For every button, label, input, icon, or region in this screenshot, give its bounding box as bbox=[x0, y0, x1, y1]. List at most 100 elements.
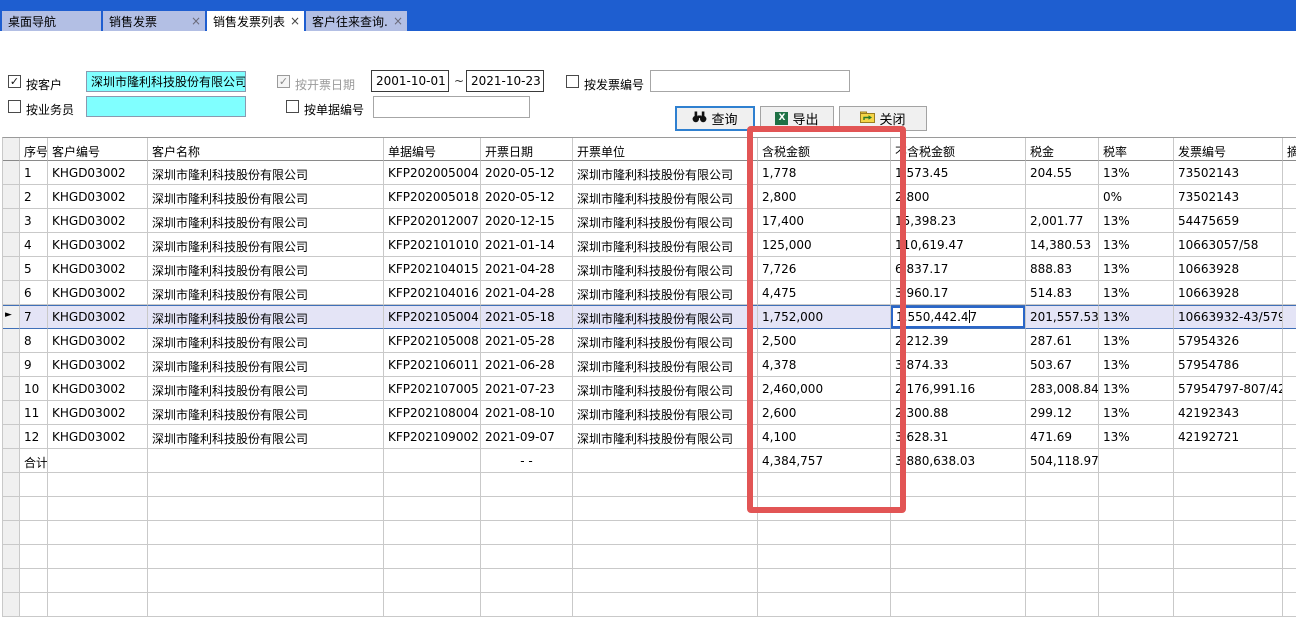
cell-amount_inc_tax[interactable]: 4,378 bbox=[758, 353, 891, 377]
table-row[interactable]: 6KHGD03002深圳市隆利科技股份有限公司KFP2021040162021-… bbox=[3, 281, 1296, 305]
salesperson-filter-input[interactable] bbox=[86, 96, 246, 117]
column-header-doc_no[interactable]: 单据编号 bbox=[384, 138, 481, 161]
cell-invoice_unit[interactable]: 深圳市隆利科技股份有限公司 bbox=[573, 425, 758, 449]
cell-tax[interactable]: 204.55 bbox=[1026, 161, 1099, 185]
cell-customer_name[interactable]: 深圳市隆利科技股份有限公司 bbox=[148, 329, 384, 353]
cell-amount_ex_tax[interactable]: 110,619.47 bbox=[891, 233, 1026, 257]
cell-customer_name[interactable]: 深圳市隆利科技股份有限公司 bbox=[148, 425, 384, 449]
cell-amount_ex_tax[interactable]: 2,800 bbox=[891, 185, 1026, 209]
cell-invoice_no[interactable]: 57954797-807/4219 bbox=[1174, 377, 1283, 401]
cell-tax[interactable]: 514.83 bbox=[1026, 281, 1099, 305]
cell-tax[interactable]: 2,001.77 bbox=[1026, 209, 1099, 233]
table-row[interactable]: 2KHGD03002深圳市隆利科技股份有限公司KFP2020050182020-… bbox=[3, 185, 1296, 209]
row-selector[interactable] bbox=[3, 185, 20, 209]
cell-inline-editor[interactable]: 1,550,442.47 bbox=[891, 306, 1025, 328]
cell-customer_code[interactable]: KHGD03002 bbox=[48, 401, 148, 425]
cell-amount_inc_tax[interactable]: 4,475 bbox=[758, 281, 891, 305]
cell-doc_no[interactable]: KFP202104016 bbox=[384, 281, 481, 305]
cell-amount_inc_tax[interactable]: 125,000 bbox=[758, 233, 891, 257]
column-header-invoice_unit[interactable]: 开票单位 bbox=[573, 138, 758, 161]
cell-doc_no[interactable]: KFP202109002 bbox=[384, 425, 481, 449]
cell-amount_ex_tax[interactable]: 2,212.39 bbox=[891, 329, 1026, 353]
cell-note[interactable] bbox=[1283, 329, 1296, 353]
cell-invoice_date[interactable]: 2021-06-28 bbox=[481, 353, 573, 377]
cell-doc_no[interactable]: KFP202105004 bbox=[384, 305, 481, 329]
cell-tax_rate[interactable]: 13% bbox=[1099, 425, 1174, 449]
cell-amount_ex_tax[interactable]: 6,837.17 bbox=[891, 257, 1026, 281]
cell-customer_name[interactable]: 深圳市隆利科技股份有限公司 bbox=[148, 257, 384, 281]
cell-doc_no[interactable]: KFP202107005 bbox=[384, 377, 481, 401]
cell-amount_ex_tax[interactable]: 1,550,442.47 bbox=[891, 305, 1026, 329]
cell-tax_rate[interactable]: 0% bbox=[1099, 185, 1174, 209]
date-from-input[interactable] bbox=[371, 70, 449, 92]
cell-note[interactable] bbox=[1283, 281, 1296, 305]
cell-doc_no[interactable]: KFP202012007 bbox=[384, 209, 481, 233]
cell-seq[interactable]: 7 bbox=[20, 305, 48, 329]
doc-no-filter-input[interactable] bbox=[373, 96, 530, 118]
cell-customer_name[interactable]: 深圳市隆利科技股份有限公司 bbox=[148, 281, 384, 305]
cell-invoice_no[interactable]: 57954326 bbox=[1174, 329, 1283, 353]
cell-invoice_date[interactable]: 2021-07-23 bbox=[481, 377, 573, 401]
close-icon[interactable]: × bbox=[286, 15, 300, 27]
cell-tax_rate[interactable]: 13% bbox=[1099, 329, 1174, 353]
cell-amount_ex_tax[interactable]: 1,573.45 bbox=[891, 161, 1026, 185]
cell-seq[interactable]: 4 bbox=[20, 233, 48, 257]
cell-invoice_no[interactable]: 73502143 bbox=[1174, 185, 1283, 209]
cell-customer_code[interactable]: KHGD03002 bbox=[48, 233, 148, 257]
cell-tax_rate[interactable]: 13% bbox=[1099, 257, 1174, 281]
table-row[interactable]: 12KHGD03002深圳市隆利科技股份有限公司KFP2021090022021… bbox=[3, 425, 1296, 449]
cell-tax[interactable]: 287.61 bbox=[1026, 329, 1099, 353]
cell-invoice_no[interactable]: 57954786 bbox=[1174, 353, 1283, 377]
cell-invoice_no[interactable]: 42192343 bbox=[1174, 401, 1283, 425]
cell-invoice_unit[interactable]: 深圳市隆利科技股份有限公司 bbox=[573, 281, 758, 305]
cell-customer_name[interactable]: 深圳市隆利科技股份有限公司 bbox=[148, 185, 384, 209]
row-selector[interactable] bbox=[3, 281, 20, 305]
cell-invoice_date[interactable]: 2021-05-28 bbox=[481, 329, 573, 353]
cell-customer_code[interactable]: KHGD03002 bbox=[48, 329, 148, 353]
cell-tax[interactable]: 201,557.53 bbox=[1026, 305, 1099, 329]
cell-note[interactable] bbox=[1283, 233, 1296, 257]
cell-note[interactable] bbox=[1283, 209, 1296, 233]
cell-seq[interactable]: 2 bbox=[20, 185, 48, 209]
cell-amount_inc_tax[interactable]: 2,460,000 bbox=[758, 377, 891, 401]
cell-note[interactable] bbox=[1283, 161, 1296, 185]
checkbox-by-invoice-no[interactable] bbox=[566, 75, 579, 88]
cell-invoice_unit[interactable]: 深圳市隆利科技股份有限公司 bbox=[573, 161, 758, 185]
cell-amount_inc_tax[interactable]: 2,600 bbox=[758, 401, 891, 425]
cell-seq[interactable]: 9 bbox=[20, 353, 48, 377]
tab-sales-invoice[interactable]: 销售发票 × bbox=[103, 11, 205, 31]
cell-tax[interactable] bbox=[1026, 185, 1099, 209]
cell-invoice_unit[interactable]: 深圳市隆利科技股份有限公司 bbox=[573, 329, 758, 353]
cell-doc_no[interactable]: KFP202101010 bbox=[384, 233, 481, 257]
tab-customer-transactions[interactable]: 客户往来查询... × bbox=[306, 11, 407, 31]
cell-invoice_date[interactable]: 2021-01-14 bbox=[481, 233, 573, 257]
cell-customer_name[interactable]: 深圳市隆利科技股份有限公司 bbox=[148, 305, 384, 329]
close-icon[interactable]: × bbox=[389, 15, 403, 27]
cell-amount_inc_tax[interactable]: 4,100 bbox=[758, 425, 891, 449]
cell-invoice_unit[interactable]: 深圳市隆利科技股份有限公司 bbox=[573, 353, 758, 377]
cell-seq[interactable]: 5 bbox=[20, 257, 48, 281]
cell-invoice_no[interactable]: 42192721 bbox=[1174, 425, 1283, 449]
cell-tax_rate[interactable]: 13% bbox=[1099, 353, 1174, 377]
cell-invoice_unit[interactable]: 深圳市隆利科技股份有限公司 bbox=[573, 209, 758, 233]
table-row[interactable]: 3KHGD03002深圳市隆利科技股份有限公司KFP2020120072020-… bbox=[3, 209, 1296, 233]
cell-amount_ex_tax[interactable]: 3,960.17 bbox=[891, 281, 1026, 305]
cell-seq[interactable]: 8 bbox=[20, 329, 48, 353]
cell-invoice_unit[interactable]: 深圳市隆利科技股份有限公司 bbox=[573, 185, 758, 209]
cell-seq[interactable]: 6 bbox=[20, 281, 48, 305]
cell-invoice_unit[interactable]: 深圳市隆利科技股份有限公司 bbox=[573, 377, 758, 401]
cell-tax_rate[interactable]: 13% bbox=[1099, 233, 1174, 257]
table-row[interactable]: 9KHGD03002深圳市隆利科技股份有限公司KFP2021060112021-… bbox=[3, 353, 1296, 377]
cell-amount_inc_tax[interactable]: 1,778 bbox=[758, 161, 891, 185]
cell-tax_rate[interactable]: 13% bbox=[1099, 281, 1174, 305]
cell-tax[interactable]: 14,380.53 bbox=[1026, 233, 1099, 257]
cell-note[interactable] bbox=[1283, 401, 1296, 425]
column-header-tax_rate[interactable]: 税率 bbox=[1099, 138, 1174, 161]
cell-invoice_date[interactable]: 2021-05-18 bbox=[481, 305, 573, 329]
cell-invoice_date[interactable]: 2020-05-12 bbox=[481, 161, 573, 185]
row-selector[interactable] bbox=[3, 209, 20, 233]
column-header-seq[interactable]: 序号 bbox=[20, 138, 48, 161]
cell-invoice_unit[interactable]: 深圳市隆利科技股份有限公司 bbox=[573, 233, 758, 257]
export-button[interactable]: X 导出 bbox=[760, 106, 834, 131]
cell-tax[interactable]: 503.67 bbox=[1026, 353, 1099, 377]
